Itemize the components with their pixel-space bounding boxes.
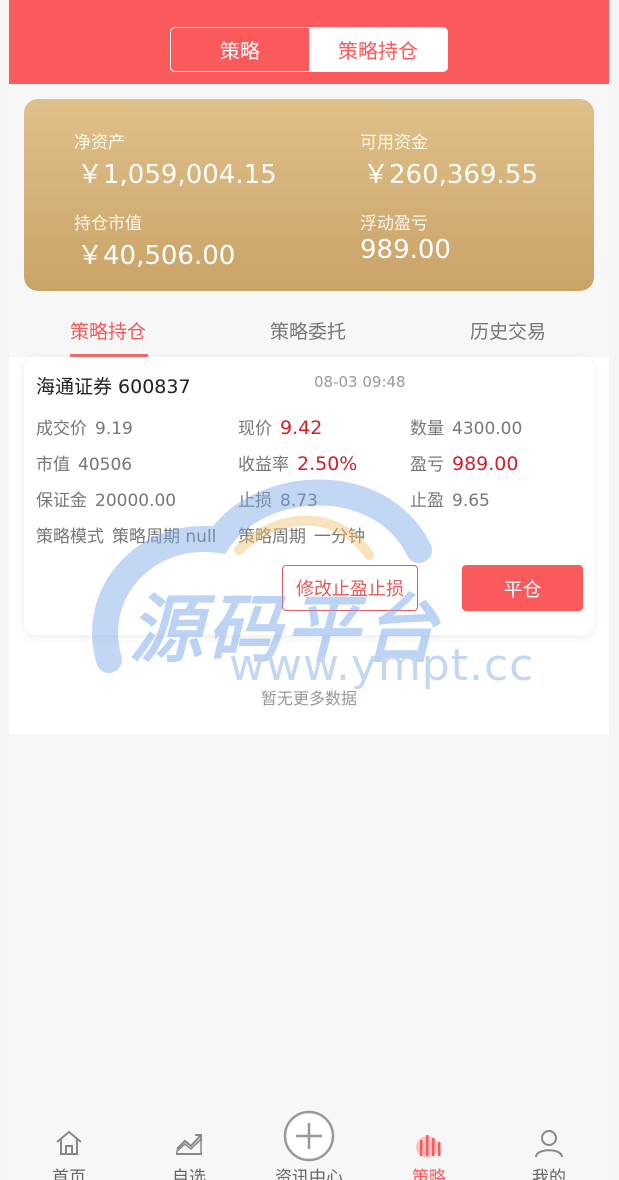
- tab-strategy-orders[interactable]: 策略委托: [270, 317, 346, 344]
- stop-loss-label: 止损: [238, 491, 272, 511]
- position-tabs: 策略持仓 策略委托 历史交易: [9, 305, 609, 357]
- no-more-data: 暂无更多数据: [260, 689, 357, 708]
- return-rate-field: 收益率 2.50%: [238, 450, 357, 475]
- tabbar-mine-label: 我的: [532, 1168, 566, 1180]
- take-profit-field: 止盈 9.65: [410, 486, 490, 511]
- stop-loss-field: 止损 8.73: [238, 486, 318, 511]
- margin-field: 保证金 20000.00: [36, 486, 176, 511]
- pl-field: 盈亏 989.00: [410, 450, 518, 475]
- available-funds-value: ￥260,369.55: [363, 160, 538, 190]
- quantity-value: 4300.00: [452, 419, 523, 439]
- close-position-button[interactable]: 平仓: [462, 565, 583, 611]
- return-rate-label: 收益率: [238, 455, 289, 475]
- current-price-field: 现价 9.42: [238, 414, 322, 439]
- return-rate-value: 2.50%: [297, 453, 358, 475]
- plus-circle-icon: [283, 1110, 335, 1162]
- segment-strategy[interactable]: 策略: [171, 28, 309, 71]
- tabbar-news[interactable]: 资讯中心: [249, 1110, 369, 1180]
- strategy-period-field: 策略周期 一分钟: [238, 522, 365, 547]
- take-profit-value: 9.65: [452, 491, 490, 511]
- tabbar-news-label: 资讯中心: [275, 1168, 343, 1180]
- margin-value: 20000.00: [95, 491, 177, 511]
- pl-label: 盈亏: [410, 455, 444, 475]
- current-price-value: 9.42: [280, 417, 323, 439]
- floating-pl-value: 989.00: [360, 235, 451, 265]
- tabbar-strategy[interactable]: 策略: [369, 1118, 489, 1180]
- net-assets-label: 净资产: [74, 133, 125, 153]
- strategy-mode-value: 策略周期 null: [112, 527, 217, 547]
- segment-control: 策略 策略持仓: [170, 27, 448, 72]
- bottom-tab-bar: 首页 自选 资讯中心 策略 我的: [9, 1110, 609, 1180]
- deal-price-value: 9.19: [95, 419, 133, 439]
- strategy-period-value: 一分钟: [314, 527, 365, 547]
- available-funds-label: 可用资金: [360, 133, 428, 153]
- open-time: 08-03 09:48: [314, 373, 406, 391]
- pl-value: 989.00: [452, 453, 519, 475]
- net-assets-value: ￥1,059,004.15: [77, 160, 277, 190]
- user-icon: [535, 1130, 563, 1158]
- margin-label: 保证金: [36, 491, 87, 511]
- tabbar-home-label: 首页: [52, 1168, 86, 1180]
- quantity-field: 数量 4300.00: [410, 414, 522, 439]
- take-profit-label: 止盈: [410, 491, 444, 511]
- tab-strategy-positions[interactable]: 策略持仓: [70, 317, 146, 344]
- current-price-label: 现价: [238, 419, 272, 439]
- position-card: 海通证券 600837 08-03 09:48 成交价 9.19 现价 9.42 数…: [24, 357, 594, 635]
- deal-price-field: 成交价 9.19: [36, 414, 133, 439]
- floating-pl-label: 浮动盈亏: [360, 214, 428, 234]
- asset-summary-card: 净资产 ￥1,059,004.15 可用资金 ￥260,369.55 持仓市值 …: [24, 99, 594, 291]
- header: 策略 策略持仓: [9, 0, 609, 84]
- tabbar-watchlist[interactable]: 自选: [129, 1118, 249, 1180]
- stop-loss-value: 8.73: [280, 491, 318, 511]
- edit-stop-button[interactable]: 修改止盈止损: [282, 565, 418, 611]
- segment-strategy-positions[interactable]: 策略持仓: [309, 28, 447, 71]
- tab-history-trades[interactable]: 历史交易: [470, 317, 546, 344]
- home-icon: [56, 1130, 82, 1155]
- positions-list: 海通证券 600837 08-03 09:48 成交价 9.19 现价 9.42 数…: [9, 357, 609, 734]
- market-value-value: 40506: [78, 455, 133, 475]
- strategy-mode-label: 策略模式: [36, 527, 104, 547]
- tabbar-home[interactable]: 首页: [9, 1118, 129, 1180]
- position-value-label: 持仓市值: [74, 214, 142, 234]
- market-value-field: 市值 40506: [36, 450, 132, 475]
- stock-name: 海通证券 600837: [36, 376, 191, 398]
- deal-price-label: 成交价: [36, 419, 87, 439]
- page: 策略 策略持仓 净资产 ￥1,059,004.15 可用资金 ￥260,369.…: [9, 0, 609, 1180]
- market-value-label: 市值: [36, 455, 70, 475]
- tabbar-strategy-label: 策略: [412, 1168, 446, 1180]
- tabbar-mine[interactable]: 我的: [489, 1118, 609, 1180]
- strategy-period-label: 策略周期: [238, 527, 306, 547]
- tabbar-watchlist-label: 自选: [172, 1168, 206, 1180]
- strategy-mode-field: 策略模式 策略周期 null: [36, 522, 216, 547]
- strategy-bars-icon: [416, 1135, 441, 1158]
- position-value-value: ￥40,506.00: [77, 241, 236, 271]
- quantity-label: 数量: [410, 419, 444, 439]
- trend-chart-icon: [176, 1134, 202, 1155]
